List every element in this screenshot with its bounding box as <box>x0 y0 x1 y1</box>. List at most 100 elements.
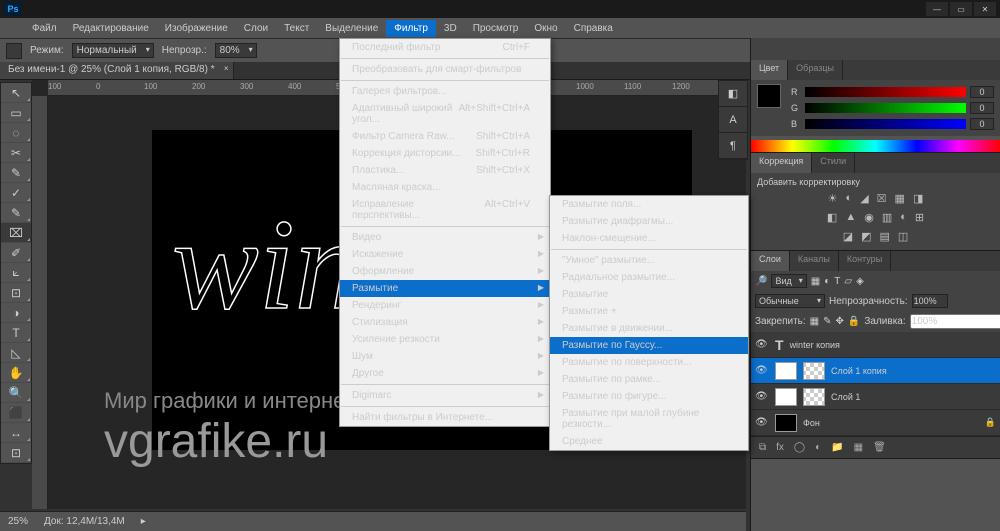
menu-item[interactable]: Другое▶ <box>340 365 550 382</box>
menu-item[interactable]: Видео▶ <box>340 229 550 246</box>
opacity-input[interactable] <box>912 294 948 308</box>
new-layer-icon[interactable]: ▦ <box>854 442 863 453</box>
menu-item[interactable]: Масляная краска... <box>340 179 550 196</box>
adj-icon[interactable]: ◪ <box>843 230 853 243</box>
document-tab[interactable]: Без имени-1 @ 25% (Слой 1 копия, RGB/8) … <box>0 62 234 79</box>
menu-Фильтр[interactable]: Фильтр <box>386 20 436 37</box>
tool-7[interactable]: ⌧ <box>1 223 31 243</box>
tool-4[interactable]: ✎ <box>1 163 31 183</box>
tab-layers[interactable]: Слои <box>751 251 790 271</box>
adj-icon[interactable]: ▤ <box>880 230 890 243</box>
tool-13[interactable]: ◺ <box>1 343 31 363</box>
menu-item[interactable]: Галерея фильтров... <box>340 83 550 100</box>
menu-item[interactable]: Размытие + <box>550 303 748 320</box>
tab-paths[interactable]: Контуры <box>839 251 891 271</box>
adj-icon[interactable]: ⊞ <box>915 211 924 224</box>
tab-adjustments[interactable]: Коррекция <box>751 153 812 173</box>
menu-item[interactable]: Исправление перспективы...Alt+Ctrl+V <box>340 196 550 224</box>
tab-channels[interactable]: Каналы <box>790 251 839 271</box>
menu-Редактирование[interactable]: Редактирование <box>65 20 157 37</box>
value-G[interactable]: 0 <box>970 102 994 114</box>
adjust-icon[interactable]: ◐ <box>815 442 821 453</box>
visibility-icon[interactable]: 👁 <box>755 391 769 402</box>
filter-icon[interactable]: ◈ <box>856 276 864 287</box>
menu-3D[interactable]: 3D <box>436 20 465 37</box>
tool-17[interactable]: ↔ <box>1 423 31 443</box>
menu-Файл[interactable]: Файл <box>24 20 65 37</box>
menu-item[interactable]: Размытие по фигуре... <box>550 388 748 405</box>
menu-item[interactable]: Размытие диафрагмы... <box>550 213 748 230</box>
menu-item[interactable]: Среднее <box>550 433 748 450</box>
adj-icon[interactable]: ☀ <box>828 192 838 205</box>
menu-item[interactable]: "Умное" размытие... <box>550 252 748 269</box>
visibility-icon[interactable]: 👁 <box>755 365 769 376</box>
slider-G[interactable] <box>805 103 966 113</box>
menu-item[interactable]: Преобразовать для смарт-фильтров <box>340 61 550 78</box>
adj-icon[interactable]: ▥ <box>882 211 892 224</box>
menu-item[interactable]: Искажение▶ <box>340 246 550 263</box>
layer-row[interactable]: 👁Twinter копия <box>751 332 1000 358</box>
slider-B[interactable] <box>805 119 966 129</box>
blend-mode-select[interactable]: Нормальный <box>72 43 154 58</box>
menu-item[interactable]: Digimarc▶ <box>340 387 550 404</box>
menu-item[interactable]: Стилизация▶ <box>340 314 550 331</box>
tool-9[interactable]: ⟀ <box>1 263 31 283</box>
menu-item[interactable]: Фильтр Camera Raw...Shift+Ctrl+A <box>340 128 550 145</box>
filter-menu[interactable]: Последний фильтрCtrl+FПреобразовать для … <box>339 38 551 427</box>
menu-Окно[interactable]: Окно <box>526 20 565 37</box>
fx-icon[interactable]: fx <box>776 442 784 453</box>
menu-item[interactable]: Наклон-смещение... <box>550 230 748 247</box>
window-close[interactable]: ✕ <box>974 2 996 16</box>
adj-icon[interactable]: ◢ <box>860 192 868 205</box>
menu-item[interactable]: Оформление▶ <box>340 263 550 280</box>
menu-Просмотр[interactable]: Просмотр <box>465 20 527 37</box>
trash-icon[interactable]: 🗑 <box>873 442 886 453</box>
paragraph-icon[interactable]: ¶ <box>719 133 747 159</box>
tool-10[interactable]: ⊡ <box>1 283 31 303</box>
menu-Текст[interactable]: Текст <box>276 20 317 37</box>
adj-icon[interactable]: ☒ <box>877 192 887 205</box>
menu-item[interactable]: Рендеринг▶ <box>340 297 550 314</box>
menu-Слои[interactable]: Слои <box>236 20 276 37</box>
search-icon[interactable]: 🔎 <box>755 276 767 287</box>
collapsed-panels[interactable]: ◧ A ¶ <box>718 80 748 160</box>
tab-color[interactable]: Цвет <box>751 60 788 80</box>
filter-icon[interactable]: T <box>834 276 840 287</box>
menu-item[interactable]: Размытие <box>550 286 748 303</box>
fill-input[interactable] <box>910 314 1000 329</box>
lock-pixels-icon[interactable]: ▦ <box>810 316 819 327</box>
tool-16[interactable]: ⬛ <box>1 403 31 423</box>
layer-row[interactable]: 👁Слой 1 копия <box>751 358 1000 384</box>
menu-Справка[interactable]: Справка <box>566 20 621 37</box>
lock-brush-icon[interactable]: ✎ <box>823 316 831 327</box>
menu-item[interactable]: Усиление резкости▶ <box>340 331 550 348</box>
lock-all-icon[interactable]: 🔒 <box>848 316 860 327</box>
close-tab-icon[interactable]: × <box>224 64 229 73</box>
adj-icon[interactable]: ◐ <box>846 192 853 205</box>
tab-swatches[interactable]: Образцы <box>788 60 843 80</box>
status-arrow-icon[interactable]: ▸ <box>141 516 146 527</box>
value-R[interactable]: 0 <box>970 86 994 98</box>
menu-item[interactable]: Размытие по рамке... <box>550 371 748 388</box>
tool-6[interactable]: ✎ <box>1 203 31 223</box>
history-icon[interactable]: ◧ <box>719 81 747 107</box>
folder-icon[interactable]: 📁 <box>831 442 843 453</box>
menu-item[interactable]: Размытие по поверхности... <box>550 354 748 371</box>
tool-0[interactable]: ↖ <box>1 83 31 103</box>
visibility-icon[interactable]: 👁 <box>755 339 769 350</box>
value-B[interactable]: 0 <box>970 118 994 130</box>
window-maximize[interactable]: ▭ <box>950 2 972 16</box>
tool-11[interactable]: ◑ <box>1 303 31 323</box>
blend-mode-select[interactable]: Обычные <box>755 294 825 308</box>
mask-icon[interactable]: ◯ <box>794 442 805 453</box>
character-icon[interactable]: A <box>719 107 747 133</box>
menu-item[interactable]: Коррекция дисторсии...Shift+Ctrl+R <box>340 145 550 162</box>
layer-row[interactable]: 👁Фон🔒 <box>751 410 1000 436</box>
window-minimize[interactable]: — <box>926 2 948 16</box>
tool-15[interactable]: 🔍 <box>1 383 31 403</box>
menu-item[interactable]: Шум▶ <box>340 348 550 365</box>
tool-1[interactable]: ▭ <box>1 103 31 123</box>
menu-item[interactable]: Размытие по Гауссу... <box>550 337 748 354</box>
lock-move-icon[interactable]: ✥ <box>836 316 844 327</box>
tool-8[interactable]: ✐ <box>1 243 31 263</box>
